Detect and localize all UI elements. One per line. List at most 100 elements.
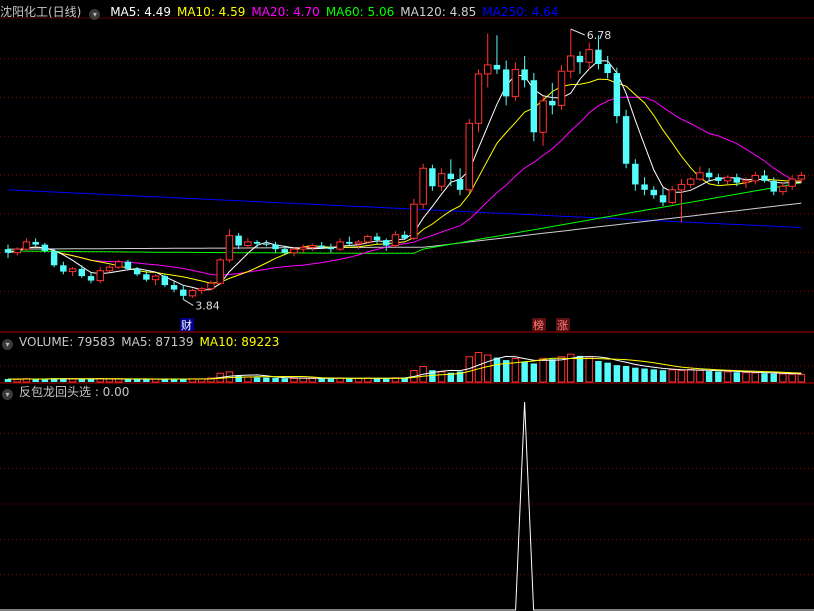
candle-body (318, 245, 325, 248)
candle-body (429, 168, 436, 187)
candle-body (761, 175, 768, 181)
candle-body (474, 73, 483, 124)
ma60-line (7, 182, 802, 254)
candle-body (124, 261, 132, 269)
volume-bar (659, 370, 667, 382)
candle-body (299, 246, 307, 250)
indicator-signal-line (0, 401, 814, 611)
candle-body (235, 235, 242, 246)
volume-bar (327, 378, 335, 382)
candle-body (613, 73, 621, 117)
volume-bar (761, 373, 768, 382)
volume-panel-header: ▾ VOLUME: 79583 MA5: 87139 MA10: 89223 (0, 334, 285, 350)
candle-body (180, 289, 187, 296)
ma-legend-0: MA5: 4.49 (110, 5, 171, 19)
candle-body (539, 100, 547, 133)
candle-body (659, 195, 667, 203)
high-price-label: 6.78 (587, 29, 612, 42)
volume-ma10: MA10: 89223 (199, 335, 280, 349)
candle-body (354, 241, 363, 245)
candle-body (143, 274, 150, 280)
volume-bar (493, 357, 501, 382)
candle-body (447, 173, 455, 180)
stock-title: 沈阳化工(日线) (0, 5, 82, 19)
candle-body (308, 245, 317, 248)
volume-bar (308, 377, 317, 383)
candle-body (779, 185, 787, 193)
candle-body (281, 249, 288, 253)
volume-bar (474, 352, 483, 383)
kline-chart: 6.78 3.84财 榜涨 (0, 17, 814, 611)
indicator-panel-header: ▾ 反包龙回头选 : 0.00 (0, 384, 135, 400)
candle-body (530, 80, 538, 133)
candle-body (641, 184, 648, 190)
volume-bar (281, 378, 288, 382)
candle-body (105, 266, 114, 272)
candle-body (595, 49, 602, 65)
candle-body (373, 236, 381, 241)
volume-bar (557, 356, 566, 383)
volume-bar (632, 367, 639, 382)
price-panel-header: 沈阳化工(日线) ▾ MA5: 4.49 MA10: 4.59 MA20: 4.70 M… (0, 4, 570, 20)
candle-body (60, 265, 67, 272)
volume-bar (383, 378, 390, 382)
low-price-label: 3.84 (195, 299, 220, 312)
volume-bar (272, 377, 279, 382)
candle-body (13, 248, 21, 254)
candle-body (622, 116, 630, 164)
volume-bar (521, 361, 528, 382)
volume-bar (318, 378, 325, 382)
candle-body (32, 241, 39, 245)
volume-bar (354, 377, 363, 383)
candle-body (22, 241, 31, 250)
candle-body (567, 55, 575, 72)
candle-body (632, 163, 639, 185)
volume-bar (483, 354, 492, 383)
ma-legend-1: MA10: 4.59 (176, 5, 246, 19)
volume-bar (715, 371, 722, 382)
candle-body (96, 270, 104, 282)
dropdown-chevron-icon[interactable]: ▾ (89, 9, 101, 20)
volume-bar (770, 373, 777, 382)
candle-body (133, 268, 141, 275)
ma-legend-4: MA120: 4.85 (400, 5, 477, 19)
candle-body (493, 64, 501, 70)
low-marker-line (183, 299, 194, 306)
volume-bar (78, 379, 86, 382)
candle-body (216, 259, 224, 284)
dropdown-chevron-icon[interactable]: ▾ (2, 339, 13, 350)
candle-body (557, 70, 566, 106)
volume-bar (68, 378, 77, 383)
candle-body (797, 174, 806, 180)
candle-body (576, 55, 584, 63)
candle-body (225, 235, 234, 261)
volume-bar (779, 373, 787, 383)
candle-body (511, 68, 520, 97)
candle-body (170, 285, 178, 290)
volume-bar (751, 372, 759, 383)
candle-body (327, 247, 335, 250)
badge-bang: 榜 (533, 318, 544, 332)
volume-bar (263, 377, 270, 382)
candle-body (696, 172, 704, 180)
volume-bar (668, 369, 676, 383)
volume-bar (677, 370, 686, 383)
volume-bar (549, 359, 556, 382)
high-marker-line (570, 28, 585, 36)
volume-bar (742, 372, 750, 383)
volume-bar (604, 362, 611, 382)
ma-legend-2: MA20: 4.70 (251, 5, 320, 19)
candle-body (364, 236, 372, 243)
candle-body (549, 100, 556, 106)
volume-bar (235, 375, 242, 382)
candle-body (272, 244, 279, 250)
volume-bar (161, 379, 169, 382)
candle-body (410, 203, 418, 239)
dropdown-chevron-icon[interactable]: ▾ (2, 389, 13, 400)
volume-bar (105, 378, 114, 383)
candle-body (151, 275, 160, 281)
volume-bar (585, 356, 593, 383)
candle-body (114, 261, 123, 268)
volume-bar (686, 369, 695, 383)
candle-body (705, 172, 713, 178)
